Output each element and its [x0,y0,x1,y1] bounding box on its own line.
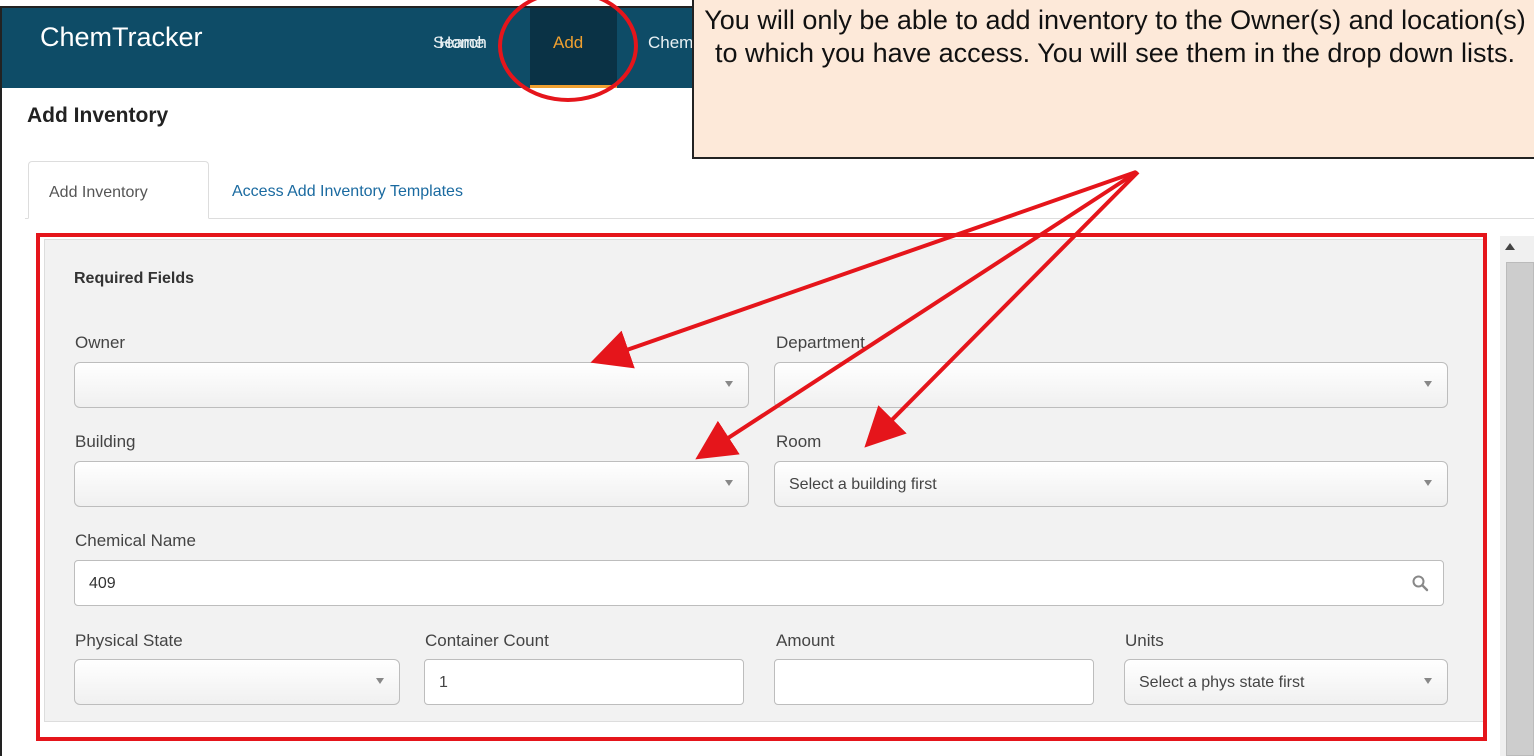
arrow-to-room [864,170,1140,448]
annotation-arrows [590,170,1140,460]
arrow-to-building [695,170,1139,460]
arrow-to-owner [590,170,1137,369]
